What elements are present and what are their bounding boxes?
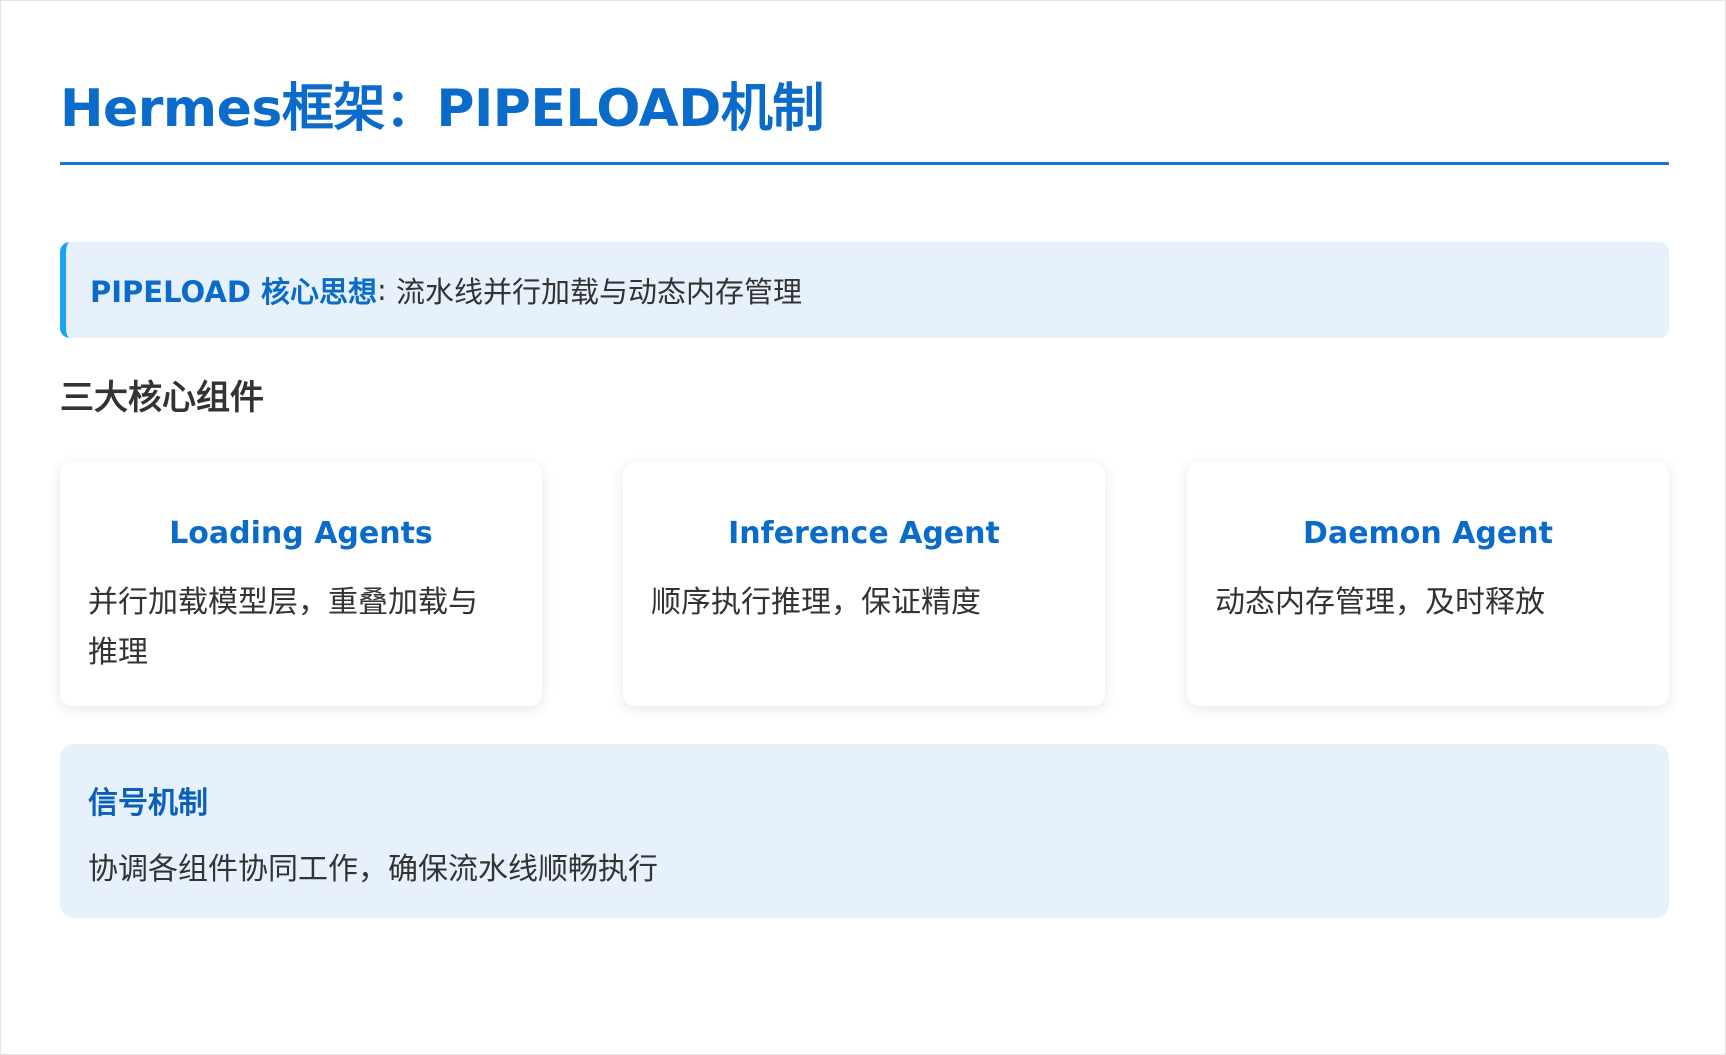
card-description: 动态内存管理，及时释放 (1215, 585, 1545, 620)
core-idea-label: PIPELOAD 核心思想 (90, 275, 378, 309)
card-title: Daemon Agent (1303, 516, 1553, 551)
page-title: Hermes框架：PIPELOAD机制 (60, 79, 824, 139)
card-title: Inference Agent (728, 516, 1000, 551)
card-daemon-agent: Daemon Agent 动态内存管理，及时释放 (1187, 462, 1669, 706)
card-loading-agents: Loading Agents 并行加载模型层，重叠加载与推理 (60, 462, 542, 706)
signal-title: 信号机制 (88, 786, 208, 821)
core-idea-callout: PIPELOAD 核心思想: 流水线并行加载与动态内存管理 (60, 242, 1669, 338)
card-title: Loading Agents (169, 516, 433, 551)
signal-description: 协调各组件协同工作，确保流水线顺畅执行 (88, 852, 658, 887)
title-divider (60, 162, 1669, 165)
card-description: 并行加载模型层，重叠加载与推理 (88, 585, 478, 670)
core-idea-separator: : (377, 273, 387, 307)
component-cards: Loading Agents 并行加载模型层，重叠加载与推理 Inference… (60, 462, 1669, 706)
signal-mechanism-panel: 信号机制 协调各组件协同工作，确保流水线顺畅执行 (60, 744, 1669, 918)
card-description: 顺序执行推理，保证精度 (651, 585, 981, 620)
components-heading: 三大核心组件 (60, 378, 264, 418)
card-inference-agent: Inference Agent 顺序执行推理，保证精度 (623, 462, 1105, 706)
core-idea-text: 流水线并行加载与动态内存管理 (396, 275, 803, 309)
